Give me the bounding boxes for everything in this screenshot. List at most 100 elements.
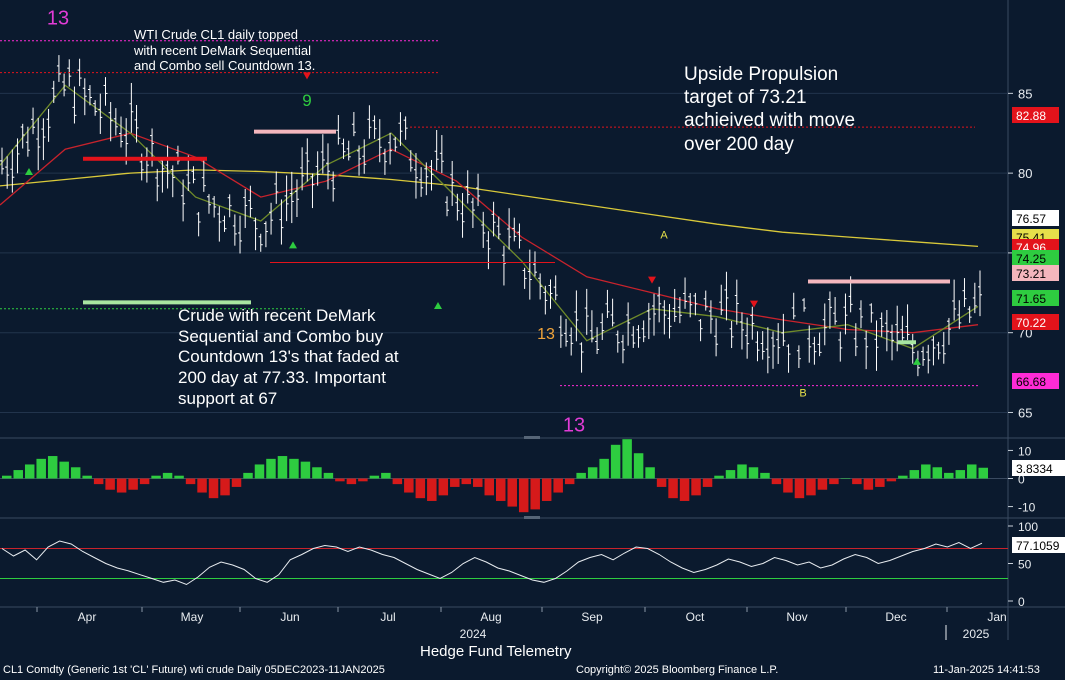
histogram-bar xyxy=(392,478,403,485)
footer-copyright: Copyright© 2025 Bloomberg Finance L.P. xyxy=(576,664,779,676)
histogram-bar xyxy=(967,464,977,479)
histogram-bar xyxy=(702,478,713,487)
oscillator-value-tag-label: 3.8334 xyxy=(1016,462,1053,476)
y-tick-label: 85 xyxy=(1018,86,1032,101)
histogram-bar xyxy=(737,464,747,479)
histogram-bar xyxy=(886,478,897,482)
panel-resize-handle xyxy=(524,436,540,439)
histogram-bar xyxy=(656,478,667,487)
x-year-label: 2024 xyxy=(460,627,487,641)
histogram-bar xyxy=(128,478,138,490)
histogram-bar xyxy=(645,467,655,479)
histogram-bar xyxy=(47,456,58,479)
histogram-bar xyxy=(817,478,828,490)
price-tag-label: 82.88 xyxy=(1016,109,1046,123)
sell-countdown-13: 13 xyxy=(47,8,69,30)
histogram-bar xyxy=(300,461,311,479)
histogram-bar xyxy=(668,478,678,499)
x-tick-label: Jul xyxy=(380,610,395,624)
histogram-bar xyxy=(725,470,736,479)
histogram-bar xyxy=(36,458,46,479)
y-tick-label: 80 xyxy=(1018,166,1032,181)
histogram-bar xyxy=(427,478,437,501)
histogram-bar xyxy=(381,472,391,479)
tdst-bar xyxy=(898,340,916,345)
y-tick-label: 50 xyxy=(1018,558,1032,572)
price-tag-label: 73.21 xyxy=(1016,267,1046,281)
histogram-bar xyxy=(243,472,253,479)
histogram-bar xyxy=(358,478,368,482)
y-tick-label: 10 xyxy=(1018,444,1032,458)
histogram-bar xyxy=(162,472,173,479)
histogram-bar xyxy=(82,475,92,479)
price-tag-label: 70.22 xyxy=(1016,316,1046,330)
x-tick-label: Nov xyxy=(786,610,807,624)
histogram-bar xyxy=(852,478,862,485)
wave-a-label: A xyxy=(660,230,668,242)
histogram-bar xyxy=(220,478,230,496)
buy-countdown-13: 13 xyxy=(563,415,585,437)
histogram-bar xyxy=(116,478,127,493)
histogram-bar xyxy=(346,478,357,485)
tdst-bar xyxy=(83,156,207,161)
histogram-bar xyxy=(633,453,644,479)
histogram-bar xyxy=(197,478,207,493)
histogram-bar xyxy=(587,467,598,479)
y-tick-label: 65 xyxy=(1018,405,1032,420)
footer-hedge-fund-telemetry: Hedge Fund Telemetry xyxy=(420,643,572,660)
price-tag-label: 66.68 xyxy=(1016,375,1046,389)
histogram-bar xyxy=(863,478,874,490)
panel-resize-handle xyxy=(524,516,540,519)
histogram-bar xyxy=(93,478,104,485)
histogram-bar xyxy=(978,467,988,479)
rsi-value-tag-label: 77.1059 xyxy=(1016,539,1060,553)
y-tick-label: 0 xyxy=(1018,595,1025,609)
propulsion-bar xyxy=(808,279,950,284)
x-tick-label: May xyxy=(181,610,204,624)
x-tick-label: Dec xyxy=(885,610,906,624)
histogram-bar xyxy=(921,464,931,479)
histogram-bar xyxy=(806,478,816,496)
histogram-bar xyxy=(564,478,575,485)
chart-window: 1391313AB 6570758085100-10100500AprMayJu… xyxy=(0,0,1065,680)
histogram-bar xyxy=(679,478,690,501)
wave-b-label: B xyxy=(799,388,806,400)
histogram-bar xyxy=(335,478,345,482)
histogram-bar xyxy=(944,472,954,479)
propulsion-bar xyxy=(254,129,336,134)
histogram-bar xyxy=(748,467,759,479)
histogram-bar xyxy=(323,472,334,479)
histogram-bar xyxy=(955,470,966,479)
histogram-bar xyxy=(208,478,219,499)
histogram-bar xyxy=(518,478,529,513)
histogram-bar xyxy=(496,478,506,501)
histogram-bar xyxy=(266,458,276,479)
histogram-bar xyxy=(909,470,920,479)
price-tag-label: 71.65 xyxy=(1016,292,1046,306)
histogram-bar xyxy=(277,456,288,479)
x-tick-label: Aug xyxy=(480,610,501,624)
x-tick-label: Sep xyxy=(581,610,603,624)
histogram-bar xyxy=(438,478,449,496)
histogram-bar xyxy=(254,464,265,479)
histogram-bar xyxy=(840,478,851,479)
buy-countdown-annotation: Crude with recent DeMark Sequential and … xyxy=(178,306,399,408)
histogram-bar xyxy=(70,467,81,479)
footer-timestamp: 11-Jan-2025 14:41:53 xyxy=(933,664,1040,676)
histogram-bar xyxy=(610,444,621,479)
setup-9-label: 9 xyxy=(302,91,311,110)
histogram-bar xyxy=(507,478,517,507)
histogram-bar xyxy=(473,478,483,487)
histogram-bar xyxy=(24,464,35,479)
y-tick-label: -10 xyxy=(1018,501,1036,515)
histogram-bar xyxy=(2,475,12,479)
propulsion-target-annotation: Upside Propulsion target of 73.21 achiei… xyxy=(684,64,856,155)
histogram-bar xyxy=(404,478,414,493)
x-tick-label: Apr xyxy=(78,610,97,624)
histogram-bar xyxy=(185,478,196,485)
histogram-bar xyxy=(415,478,426,499)
histogram-bar xyxy=(369,475,380,479)
histogram-bar xyxy=(312,467,322,479)
tdst-bar xyxy=(83,300,251,305)
chart-canvas: 1391313AB 6570758085100-10100500AprMayJu… xyxy=(0,0,1065,680)
